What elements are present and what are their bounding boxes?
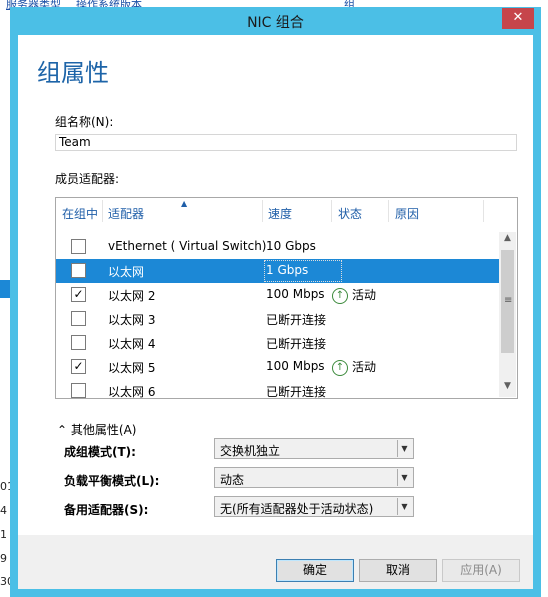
load-balancing-select[interactable]: 动态 ▼ [214,467,414,488]
adapter-speed: 100 Mbps [266,359,325,373]
close-icon: ✕ [512,10,524,25]
adapter-speed: 已断开连接 [266,337,327,351]
in-team-checkbox[interactable] [71,383,86,398]
cancel-button[interactable]: 取消 [359,559,437,582]
standby-adapter-label: 备用适配器(S): [64,503,149,517]
apply-button[interactable]: 应用(A) [442,559,520,582]
in-team-checkbox[interactable] [71,239,86,254]
adapter-name: 以太网 3 [108,313,156,327]
standby-adapter-select[interactable]: 无(所有适配器处于活动状态) ▼ [214,496,414,517]
window-title: NIC 组合 [247,15,304,31]
background-cell: 1 [0,528,7,541]
adapter-name: 以太网 5 [108,361,156,375]
adapter-name: 以太网 4 [108,337,156,351]
scroll-down-icon[interactable]: ▼ [499,381,516,391]
advanced-properties-toggle[interactable]: ⌃ 其他属性(A) [57,421,136,438]
adapter-row[interactable]: 以太网 1 Gbps [56,259,499,283]
adapter-row[interactable]: 以太网 6 已断开连接 [56,379,499,399]
chevron-down-icon: ▼ [397,469,411,486]
column-divider[interactable] [331,200,332,222]
adapter-name: vEthernet ( Virtual Switch) [108,239,267,253]
teaming-mode-select[interactable]: 交换机独立 ▼ [214,438,414,459]
checkmark-icon: ✓ [73,287,84,301]
adapter-speed: 已断开连接 [266,385,327,399]
adapter-name: 以太网 2 [108,289,156,303]
grip-icon: ≡ [504,295,513,306]
button-bar: 确定 取消 应用(A) [18,535,533,589]
scroll-up-icon[interactable]: ▲ [499,233,516,243]
column-header-reason[interactable]: 原因 [395,205,419,222]
column-divider[interactable] [483,200,484,222]
close-button[interactable]: ✕ [502,8,534,29]
column-divider[interactable] [388,200,389,222]
adapter-name: 以太网 6 [108,385,156,399]
checkmark-icon: ✓ [73,359,84,373]
teaming-mode-value: 交换机独立 [220,444,281,458]
chevron-down-icon: ▼ [397,440,411,457]
nic-team-dialog: NIC 组合 ✕ 组属性 组名称(N): Team 成员适配器: 在组中 适配器… [10,7,541,597]
in-team-checkbox[interactable]: ✓ [71,359,86,374]
scrollbar-thumb[interactable]: ≡ [501,250,514,353]
load-balancing-value: 动态 [220,473,245,487]
adapter-status: ↑ 活动 [332,358,376,376]
adapter-speed: 100 Mbps [266,287,325,301]
member-adapters-label: 成员适配器: [55,172,120,186]
adapter-speed: 10 Gbps [266,239,316,253]
column-divider[interactable] [262,200,263,222]
adapter-status-text: 活动 [352,360,377,374]
column-header-status[interactable]: 状态 [338,205,362,222]
adapter-row[interactable]: ✓ 以太网 2 100 Mbps ↑ 活动 [56,283,499,307]
adapter-row[interactable]: ✓ 以太网 5 100 Mbps ↑ 活动 [56,355,499,379]
member-adapters-list: 在组中 适配器 ▲ 速度 状态 原因 vEthernet ( Virtual S… [55,197,518,399]
background-cell: 01 [0,480,10,493]
adapter-speed: 已断开连接 [266,313,327,327]
in-team-checkbox[interactable] [71,263,86,278]
column-header-adapter[interactable]: 适配器 [108,205,144,222]
page-title: 组属性 [37,59,109,87]
background-selected-row [0,280,10,298]
vertical-scrollbar[interactable]: ▲ ≡ ▼ [499,232,516,397]
background-cell: 30 [0,575,10,588]
sort-ascending-icon: ▲ [181,199,188,208]
adapter-speed: 1 Gbps [266,263,309,277]
adapter-status-text: 活动 [352,288,377,302]
active-arrow-icon: ↑ [332,359,348,376]
adapter-status: ↑ 活动 [332,286,376,304]
column-header-in-team[interactable]: 在组中 [62,205,98,222]
group-name-label: 组名称(N): [55,115,114,129]
advanced-properties-label: 其他属性(A) [70,423,137,437]
column-header-speed[interactable]: 速度 [268,205,292,222]
in-team-checkbox[interactable] [71,311,86,326]
group-name-input[interactable]: Team [55,134,517,151]
in-team-checkbox[interactable] [71,335,86,350]
dialog-body: 组属性 组名称(N): Team 成员适配器: 在组中 适配器 ▲ 速度 状态 … [18,35,533,589]
teaming-mode-label: 成组模式(T): [64,445,136,459]
background-cell: 9 [0,552,7,565]
in-team-checkbox[interactable]: ✓ [71,287,86,302]
load-balancing-label: 负载平衡模式(L): [64,474,160,488]
background-cell: 4 [0,504,7,517]
active-arrow-icon: ↑ [332,287,348,304]
adapter-name: 以太网 [108,265,145,279]
adapter-row[interactable]: vEthernet ( Virtual Switch) 10 Gbps [56,235,499,259]
adapter-row[interactable]: 以太网 4 已断开连接 [56,331,499,355]
standby-adapter-value: 无(所有适配器处于活动状态) [220,502,374,516]
title-bar[interactable]: NIC 组合 ✕ [10,7,541,35]
column-divider[interactable] [102,200,103,222]
chevron-down-icon: ▼ [397,498,411,515]
adapter-row[interactable]: 以太网 3 已断开连接 [56,307,499,331]
ok-button[interactable]: 确定 [276,559,354,582]
chevron-up-icon: ⌃ [57,423,68,437]
